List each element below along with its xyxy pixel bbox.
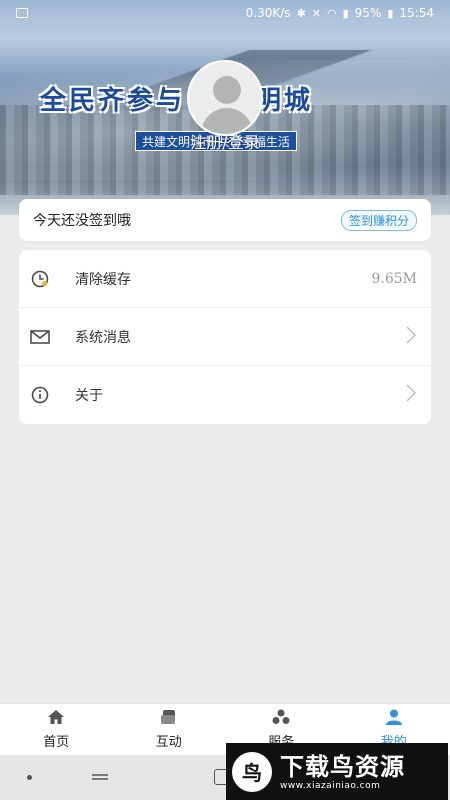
menu-item-about[interactable]: 关于	[19, 366, 431, 424]
nav-item-interact[interactable]: 互动	[113, 704, 226, 755]
nav-label-interact: 互动	[155, 735, 182, 750]
signin-button[interactable]: 签到赚积分	[340, 209, 417, 231]
bird-logo-icon: 鸟	[232, 751, 272, 792]
recent-apps-icon[interactable]	[90, 769, 110, 789]
settings-menu: 清除缓存 9.65M 系统消息 关于	[19, 250, 431, 424]
menu-dot-icon[interactable]	[27, 775, 32, 780]
clock-time: 15:54	[399, 6, 434, 20]
nav-label-home: 首页	[43, 735, 70, 750]
home-icon	[47, 709, 65, 729]
watermark-text: 下载鸟资源 www.xiazainiao.com	[280, 753, 405, 791]
user-icon	[385, 709, 403, 729]
menu-label-clear-cache: 清除缓存	[75, 271, 131, 288]
service-icon	[271, 709, 291, 729]
signin-card: 今天还没签到哦 签到赚积分	[19, 199, 431, 241]
mail-icon	[29, 326, 51, 348]
cache-size: 9.65M	[371, 270, 417, 287]
watermark-title: 下载鸟资源	[280, 752, 405, 781]
menu-item-system-messages[interactable]: 系统消息	[19, 308, 431, 366]
menu-label-about: 关于	[75, 388, 103, 404]
status-bar: 0.30K/s ✱ ✕ ◠ ▮ 95% ▮ 15:54	[0, 0, 450, 26]
chevron-right-icon	[405, 325, 417, 349]
screenshot-icon	[16, 8, 28, 18]
avatar-head	[213, 76, 241, 104]
network-speed: 0.30K/s	[245, 6, 291, 20]
info-icon	[29, 384, 51, 406]
login-link[interactable]: 注册/登录	[0, 129, 450, 153]
battery-icon: ▮	[387, 6, 394, 20]
signal-icon: ▮	[342, 6, 349, 20]
wifi-icon: ◠	[327, 6, 337, 20]
nav-item-home[interactable]: 首页	[0, 704, 113, 755]
watermark-url: www.xiazainiao.com	[280, 780, 381, 791]
watermark-logo: 鸟 下载鸟资源 www.xiazainiao.com	[226, 743, 448, 800]
bluetooth-icon: ✱	[296, 6, 306, 20]
battery-percent: 95%	[354, 6, 382, 20]
mute-icon: ✕	[311, 6, 321, 20]
avatar[interactable]	[187, 60, 263, 136]
clock-icon	[29, 268, 51, 290]
menu-item-clear-cache[interactable]: 清除缓存 9.65M	[19, 250, 431, 308]
menu-label-system-messages: 系统消息	[75, 329, 131, 346]
banner-headline: 全民齐参与 创文明城	[40, 86, 314, 116]
signin-text: 今天还没签到哦	[33, 213, 131, 229]
chevron-right-icon	[405, 383, 417, 407]
interact-icon	[160, 709, 178, 729]
